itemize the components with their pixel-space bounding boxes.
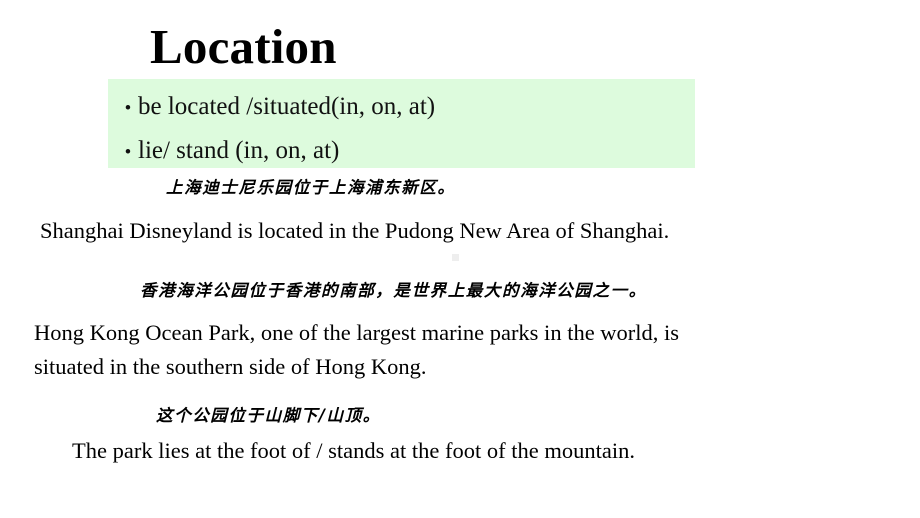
bullet-point-icon: • (124, 98, 132, 119)
example-1-english-sentence: Shanghai Disneyland is located in the Pu… (40, 218, 670, 243)
bullet-list-item: • be located /situated(in, on, at) (108, 86, 695, 130)
bullet-list-item: • lie/ stand (in, on, at) (108, 130, 695, 174)
presentation-slide: Location • be located /situated(in, on, … (0, 0, 920, 518)
example-2-chinese-sentence: 香港海洋公园位于香港的南部，是世界上最大的海洋公园之一。 (140, 281, 647, 300)
page-title: Location (150, 19, 337, 74)
example-2-english-sentence-line-2: situated in the southern side of Hong Ko… (34, 354, 427, 379)
faint-placeholder-mark (452, 254, 459, 261)
bullet-list-item-label: be located /situated(in, on, at) (138, 93, 436, 120)
example-2-english-sentence-line-1: Hong Kong Ocean Park, one of the largest… (34, 320, 680, 345)
bullet-point-icon: • (124, 142, 132, 163)
highlight-box: • be located /situated(in, on, at) • lie… (108, 79, 695, 168)
bullet-list-item-label: lie/ stand (in, on, at) (138, 137, 340, 164)
example-3-chinese-sentence: 这个公园位于山脚下/山顶。 (156, 406, 381, 425)
example-3-english-sentence: The park lies at the foot of / stands at… (72, 438, 635, 463)
example-1-chinese-sentence: 上海迪士尼乐园位于上海浦东新区。 (166, 178, 456, 197)
